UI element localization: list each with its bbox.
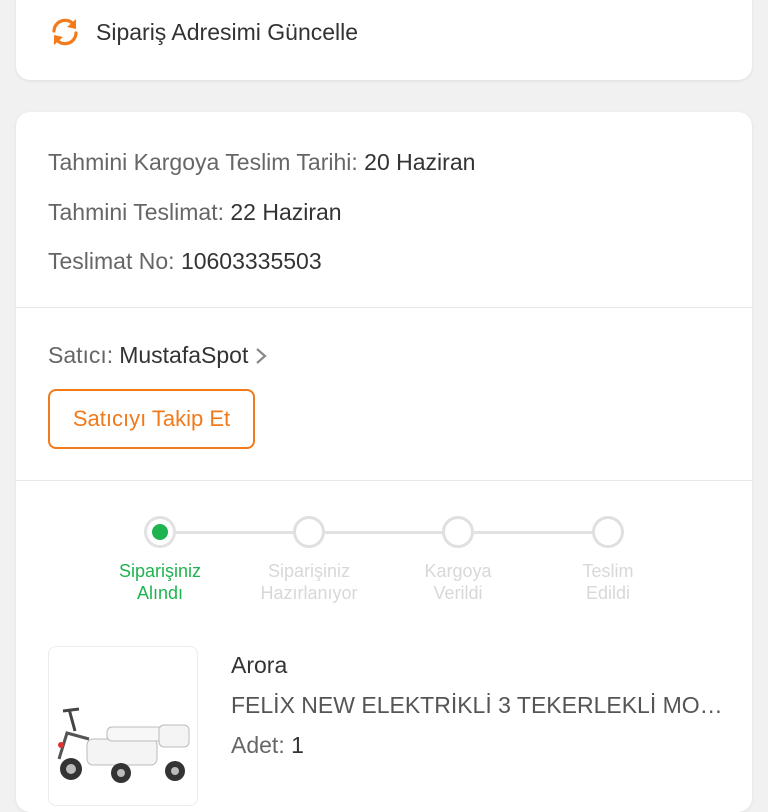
seller-link[interactable]: Satıcı: MustafaSpot: [48, 342, 268, 369]
cargo-date-label: Tahmini Kargoya Teslim Tarihi:: [48, 149, 358, 175]
quantity-label: Adet:: [231, 732, 285, 758]
cargo-date-value: 20 Haziran: [364, 149, 476, 175]
product-brand: Arora: [231, 652, 288, 678]
cargo-date-line: Tahmini Kargoya Teslim Tarihi: 20 Hazira…: [48, 149, 475, 176]
step-label-shipped: Kargoya Verildi: [424, 561, 492, 603]
chevron-right-icon: [256, 347, 268, 364]
seller-label: Satıcı:: [48, 342, 114, 368]
divider: [16, 307, 752, 308]
quantity-value: 1: [291, 732, 304, 758]
step-connector: [474, 531, 592, 534]
product-name[interactable]: FELİX NEW ELEKTRİKLİ 3 TEKERLEKLİ MOPED: [231, 692, 731, 719]
product-image[interactable]: [48, 646, 198, 806]
step-label-delivered: Teslim Edildi: [582, 561, 634, 603]
step-dot-preparing: [293, 516, 325, 548]
step-connector: [176, 531, 294, 534]
update-address-label: Sipariş Adresimi Güncelle: [96, 18, 359, 45]
delivery-no-label: Teslimat No:: [48, 248, 175, 274]
order-status-stepper: Siparişiniz Alındı Siparişiniz Hazırlanı…: [16, 512, 752, 622]
follow-seller-button[interactable]: Satıcıyı Takip Et: [48, 389, 255, 449]
order-detail-card: Tahmini Kargoya Teslim Tarihi: 20 Hazira…: [16, 112, 752, 812]
delivery-date-label: Tahmini Teslimat:: [48, 199, 224, 225]
product-quantity: Adet: 1: [231, 732, 304, 759]
update-address-button[interactable]: Sipariş Adresimi Güncelle: [48, 10, 358, 54]
refresh-icon: [52, 18, 78, 46]
divider: [16, 480, 752, 481]
moped-icon: [57, 707, 190, 783]
delivery-no-line: Teslimat No: 10603335503: [48, 248, 322, 275]
delivery-date-line: Tahmini Teslimat: 22 Haziran: [48, 199, 342, 226]
update-address-card: Sipariş Adresimi Güncelle: [16, 0, 752, 80]
step-label-preparing: Siparişiniz Hazırlanıyor: [260, 561, 358, 603]
delivery-no-value: 10603335503: [180, 248, 322, 274]
step-dot-shipped: [442, 516, 474, 548]
seller-name: MustafaSpot: [119, 342, 249, 368]
step-label-received: Siparişiniz Alındı: [118, 561, 202, 603]
delivery-date-value: 22 Haziran: [230, 199, 342, 225]
step-dot-delivered: [592, 516, 624, 548]
step-connector: [325, 531, 443, 534]
step-dot-received: [144, 516, 176, 548]
